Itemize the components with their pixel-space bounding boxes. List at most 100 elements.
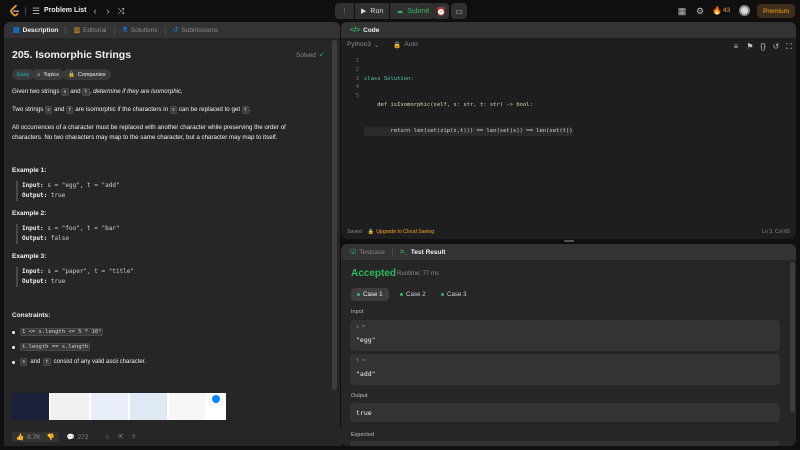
variable-name: s = (356, 324, 366, 330)
comment-count: 272 (77, 433, 89, 441)
topics-label: Topics (43, 71, 59, 78)
line-number: 1 (355, 58, 359, 64)
constraint-item: 1 <= s.length <= 5 * 10⁴ (12, 328, 104, 336)
prev-problem-icon[interactable]: ‹ (90, 6, 100, 16)
debug-button[interactable]: ⋮ (335, 3, 354, 19)
comments-button[interactable]: 💬 272 (67, 433, 89, 442)
tab-editorial[interactable]: ▥ Editorial (70, 26, 109, 35)
code-t: t (241, 106, 250, 114)
share-icon[interactable]: ⇱ (118, 433, 123, 441)
ad-image (51, 393, 89, 420)
braces-icon[interactable]: {} (758, 42, 768, 52)
text: characters. No two characters may map to… (12, 134, 278, 141)
case-tab-2[interactable]: Case 2 (394, 288, 432, 301)
ad-image (129, 393, 168, 420)
divider (65, 26, 67, 34)
text: . (249, 106, 251, 113)
thumbs-down-icon[interactable]: 👎 (46, 433, 54, 441)
text: Two strings (12, 106, 44, 113)
settings-icon[interactable]: ⚙ (695, 6, 705, 16)
variable-value: "egg" (356, 336, 376, 344)
leetcode-logo-icon[interactable] (10, 5, 20, 17)
book-icon: ▥ (73, 27, 81, 34)
code-t: t (82, 88, 90, 96)
premium-button[interactable]: Premium (757, 4, 795, 18)
tab-submissions[interactable]: ↺ Submissions (170, 26, 222, 35)
cloud-upload-icon: ☁ (396, 8, 404, 15)
upgrade-link[interactable]: 🔒 Upgrade to Cloud Saving (368, 229, 434, 235)
tab-testcase-label: Testcase (359, 248, 385, 256)
saved-status: Saved (347, 229, 362, 235)
code-area[interactable]: class Solution: def isIsomorphic(self, s… (364, 57, 573, 198)
fire-icon: 🔥 (712, 6, 722, 15)
result-scrollbar[interactable] (790, 262, 795, 412)
tag-icon: ⌂ (37, 71, 41, 78)
code-line: return len(set(zip(s,t))) == len(set(s))… (364, 127, 573, 137)
fullscreen-icon[interactable]: ⛶ (784, 42, 794, 52)
like-count: 8.7K (27, 433, 41, 441)
submit-button[interactable]: ☁ Submit (390, 3, 436, 19)
divider (391, 248, 393, 256)
alarm-button[interactable]: ⏰ (433, 3, 449, 19)
auto-toggle[interactable]: 🔒 Auto (393, 41, 417, 49)
problem-title[interactable]: 205. Isomorphic Strings (12, 49, 131, 61)
description-scrollbar[interactable] (332, 40, 337, 390)
shuffle-icon[interactable]: ⤨ (116, 6, 126, 16)
case-tab-3[interactable]: Case 3 (435, 288, 473, 301)
notes-button[interactable]: ▭ (451, 3, 467, 19)
bookmark-icon[interactable]: ⚑ (745, 42, 755, 52)
variable-name: t = (356, 358, 366, 364)
text: can be replaced to get (178, 106, 241, 113)
companies-chip[interactable]: 🔒 Companies (63, 69, 111, 80)
help-icon[interactable]: ? (132, 434, 136, 441)
constraints-title: Constraints: (12, 312, 51, 319)
tab-submissions-label: Submissions (181, 26, 219, 34)
line-number: 4 (355, 84, 359, 91)
output-value: true (356, 409, 372, 417)
case-tab-1[interactable]: Case 1 (351, 288, 389, 301)
description-paragraph-2: Two strings s and t are isomorphic if th… (12, 105, 330, 115)
editor-header: </> Code (341, 22, 796, 38)
topics-chip[interactable]: ⌂ Topics (32, 69, 64, 80)
ad-info-icon[interactable] (212, 395, 221, 403)
text: , determine if they are isomorphic. (89, 88, 183, 95)
example-title: Example 1: (12, 167, 47, 174)
like-button[interactable]: 👍 8.7K 👎 (12, 432, 59, 442)
ad-image (90, 393, 128, 420)
ad-image (12, 393, 50, 420)
star-icon[interactable]: ☆ (105, 433, 111, 441)
tab-description-label: Description (22, 26, 59, 34)
next-problem-icon[interactable]: › (103, 6, 113, 16)
solved-label: Solved (296, 51, 316, 59)
constraint-item: s and t consist of any valid ascii chara… (12, 358, 146, 366)
difficulty-label: Easy (17, 71, 30, 78)
resize-handle[interactable] (564, 240, 574, 242)
code-s: s (169, 106, 178, 114)
tab-test-result[interactable]: >_ Test Result (397, 249, 449, 256)
problem-list-icon[interactable]: ☰ (31, 6, 41, 16)
tab-code[interactable]: </> Code (347, 27, 382, 34)
streak-count[interactable]: 43 (723, 7, 730, 14)
example-input: s = "egg", t = "add" (47, 182, 120, 189)
code-s: s (61, 88, 69, 96)
run-label: Run (370, 7, 384, 15)
layout-icon[interactable]: ▦ (677, 6, 687, 16)
run-button[interactable]: ▶ Run (355, 3, 390, 19)
constraint-item: t.length == s.length (12, 343, 91, 351)
tab-testcase[interactable]: ☑ Testcase (347, 248, 388, 257)
ad-banner[interactable] (12, 393, 226, 420)
tab-solutions[interactable]: ⚗ Solutions (119, 26, 161, 35)
divider (113, 26, 115, 34)
reset-icon[interactable]: ↺ (771, 42, 781, 52)
output-label: Output: (22, 235, 48, 242)
line-number: 2 (355, 66, 359, 73)
cursor-position: Ln 3, Col 65 (762, 229, 790, 235)
problem-list-link[interactable]: Problem List (44, 7, 86, 14)
format-icon[interactable]: ≡ (731, 42, 741, 52)
result-status: Accepted (351, 268, 397, 279)
example-output: false (50, 235, 69, 242)
language-select[interactable]: Python3 ⌄ (347, 41, 379, 49)
avatar[interactable] (739, 5, 750, 16)
tab-description[interactable]: ▤ Description (10, 26, 61, 35)
